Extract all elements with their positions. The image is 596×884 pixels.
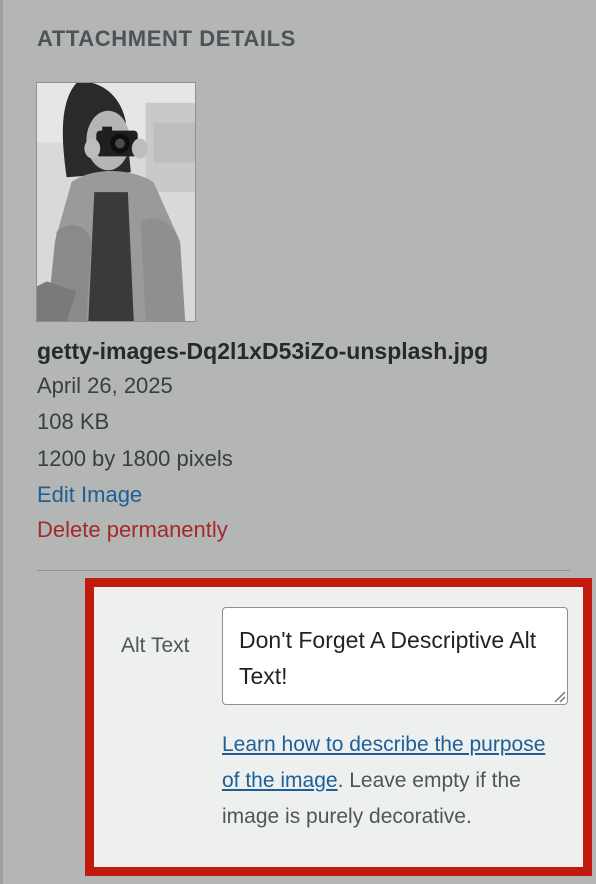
alt-text-input[interactable]: Don't Forget A Descriptive Alt Text! — [222, 607, 568, 705]
resize-handle-icon[interactable] — [553, 690, 566, 703]
delete-permanently-link[interactable]: Delete permanently — [37, 517, 228, 543]
section-title: ATTACHMENT DETAILS — [37, 26, 296, 51]
panel-left-border — [0, 0, 3, 884]
photo-woman-with-camera-icon — [37, 83, 195, 321]
attachment-date: April 26, 2025 — [37, 373, 173, 398]
attachment-thumbnail[interactable] — [36, 82, 196, 322]
alt-text-highlight-box: Alt Text Don't Forget A Descriptive Alt … — [85, 578, 592, 876]
attachment-filesize: 108 KB — [37, 409, 110, 434]
alt-text-label: Alt Text — [121, 634, 190, 657]
attachment-filename: getty-images-Dq2l1xD53iZo-unsplash.jpg — [37, 338, 489, 364]
divider — [37, 570, 570, 571]
edit-image-link[interactable]: Edit Image — [37, 482, 142, 508]
attachment-dimensions: 1200 by 1800 pixels — [37, 446, 233, 471]
alt-text-help: Learn how to describe the purpose of the… — [222, 727, 552, 835]
